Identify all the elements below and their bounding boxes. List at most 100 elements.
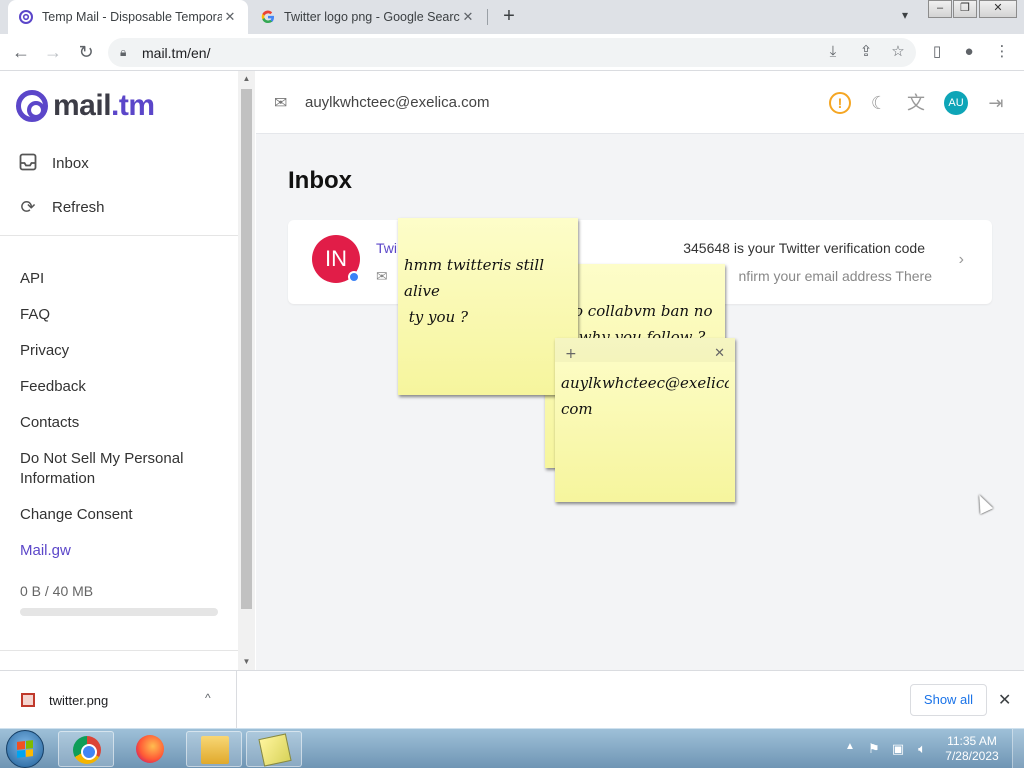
- restore-icon[interactable]: ❐: [953, 0, 977, 18]
- avatar[interactable]: AU: [944, 91, 968, 115]
- message-subject: 345648 is your Twitter verification code: [683, 240, 925, 256]
- account-header: ✉ auylkwhcteec@exelica.com ! ☾ 文 AU ⇥: [256, 71, 1024, 134]
- unread-dot: [348, 271, 360, 283]
- new-tab-icon[interactable]: +: [498, 6, 520, 28]
- sticky-note-header: + ✕: [555, 338, 735, 362]
- google-favicon-icon: [261, 10, 274, 24]
- start-button[interactable]: [6, 730, 44, 768]
- message-sender: Twi: [376, 240, 397, 256]
- tab-close-icon[interactable]: ✕: [222, 9, 238, 25]
- link-faq[interactable]: FAQ: [20, 305, 220, 325]
- tab-search-icon[interactable]: ▾: [895, 8, 915, 26]
- sticky-note-active[interactable]: + ✕ auylkwhcteec@exelica. com: [555, 338, 735, 502]
- side-panel-icon[interactable]: ▯: [926, 41, 948, 63]
- scroll-down-icon[interactable]: ▼: [238, 657, 255, 666]
- tab-close-icon[interactable]: ✕: [460, 9, 476, 25]
- link-privacy[interactable]: Privacy: [20, 341, 220, 361]
- tab-temp-mail[interactable]: Temp Mail - Disposable Tempora ✕: [8, 0, 248, 34]
- translate-icon[interactable]: 文: [903, 90, 929, 116]
- browser-tabstrip: Temp Mail - Disposable Tempora ✕ Twitter…: [0, 0, 1024, 34]
- url-text: mail.tm/en/: [142, 44, 211, 61]
- mailtm-favicon-icon: [19, 10, 33, 24]
- sidebar-item-refresh[interactable]: ⟳ Refresh: [18, 197, 105, 217]
- sidebar-divider: [0, 650, 238, 651]
- chevron-up-icon[interactable]: ^: [205, 691, 211, 705]
- clock-date: 7/28/2023: [945, 749, 999, 763]
- sidebar: mail.tm Inbox ⟳ Refresh API FAQ Privacy …: [0, 71, 238, 670]
- sticky-note[interactable]: hmm twitteris still alive ty you ?: [398, 218, 578, 395]
- folder-icon: [201, 736, 229, 764]
- menu-icon[interactable]: ⋮: [991, 41, 1013, 63]
- profile-icon[interactable]: ●: [958, 41, 980, 63]
- envelope-icon: ✉: [274, 95, 288, 112]
- link-api[interactable]: API: [20, 269, 220, 289]
- tab-separator: [487, 9, 488, 25]
- show-desktop-button[interactable]: [1012, 729, 1024, 768]
- link-mail-gw[interactable]: Mail.gw: [20, 541, 220, 561]
- tray-expand-icon[interactable]: ▲: [845, 741, 855, 752]
- envelope-icon: ✉: [376, 268, 388, 284]
- sidebar-scrollbar[interactable]: ▲ ▼: [238, 71, 255, 670]
- sidebar-divider: [0, 235, 238, 236]
- lock-icon: 🔒︎: [120, 45, 127, 59]
- sidebar-item-label: Refresh: [52, 198, 105, 216]
- link-do-not-sell[interactable]: Do Not Sell My Personal Information: [20, 449, 190, 489]
- sticky-notes-icon: [258, 733, 292, 767]
- download-bar: twitter.png ^ Show all ✕: [0, 670, 1024, 729]
- tab-title: Twitter logo png - Google Search: [284, 10, 460, 24]
- forward-icon[interactable]: →: [41, 41, 65, 65]
- reload-icon[interactable]: ↻: [74, 41, 98, 65]
- inbox-icon: [18, 153, 38, 173]
- link-feedback[interactable]: Feedback: [20, 377, 220, 397]
- link-change-consent[interactable]: Change Consent: [20, 505, 220, 525]
- download-icon[interactable]: ⤓: [822, 41, 844, 63]
- link-contacts[interactable]: Contacts: [20, 413, 220, 433]
- sidebar-item-label: Inbox: [52, 154, 89, 172]
- address-bar[interactable]: 🔒︎ mail.tm/en/: [108, 38, 916, 67]
- window-close-icon[interactable]: ✕: [979, 0, 1017, 18]
- download-item[interactable]: twitter.png ^: [0, 671, 237, 729]
- taskbar-chrome[interactable]: [58, 731, 114, 767]
- action-center-icon[interactable]: ⚑: [866, 741, 882, 757]
- refresh-icon: ⟳: [20, 197, 36, 217]
- taskbar-explorer[interactable]: [186, 731, 242, 767]
- mailtm-logo[interactable]: mail.tm: [16, 89, 155, 123]
- moon-icon[interactable]: ☾: [866, 90, 892, 116]
- chevron-right-icon: ›: [958, 251, 964, 268]
- taskbar-firefox[interactable]: [122, 731, 178, 767]
- page-title: Inbox: [288, 167, 352, 194]
- message-preview: nfirm your email address There: [738, 268, 932, 284]
- close-note-icon[interactable]: ✕: [714, 341, 725, 367]
- show-all-button[interactable]: Show all: [910, 684, 987, 716]
- tab-title: Temp Mail - Disposable Tempora: [42, 10, 222, 24]
- add-note-icon[interactable]: +: [565, 341, 577, 367]
- logout-icon[interactable]: ⇥: [983, 90, 1009, 116]
- scrollbar-thumb[interactable]: [241, 89, 252, 609]
- storage-usage-text: 0 B / 40 MB: [20, 583, 94, 599]
- clock[interactable]: 11:35 AM 7/28/2023: [940, 734, 1004, 764]
- storage-progress-bar: [20, 608, 218, 616]
- tab-google-search[interactable]: Twitter logo png - Google Search ✕: [250, 0, 486, 34]
- sidebar-item-inbox[interactable]: Inbox: [18, 153, 89, 173]
- brand-name: mail.tm: [53, 89, 155, 122]
- bookmark-star-icon[interactable]: ☆: [887, 41, 909, 63]
- network-icon[interactable]: ▣: [890, 741, 906, 757]
- minimize-icon[interactable]: –: [928, 0, 952, 18]
- image-file-icon: [21, 693, 35, 707]
- share-icon[interactable]: ⇪: [855, 41, 877, 63]
- warning-icon[interactable]: !: [829, 92, 851, 114]
- browser-toolbar: ← → ↻ 🔒︎ mail.tm/en/ ⤓ ⇪ ☆ ▯ ● ⋮: [0, 34, 1024, 71]
- firefox-icon: [136, 735, 164, 763]
- clock-time: 11:35 AM: [947, 734, 997, 748]
- taskbar-sticky-notes[interactable]: [246, 731, 302, 767]
- chrome-icon: [73, 736, 101, 764]
- sticky-note-text[interactable]: hmm twitteris still alive ty you ?: [404, 252, 572, 330]
- close-icon[interactable]: ✕: [998, 690, 1011, 710]
- at-sign-icon: [16, 90, 48, 122]
- taskbar: ▲ ⚑ ▣ 🔈︎ 11:35 AM 7/28/2023: [0, 728, 1024, 768]
- scroll-up-icon[interactable]: ▲: [238, 74, 255, 83]
- volume-icon[interactable]: 🔈︎: [914, 741, 930, 757]
- back-icon[interactable]: ←: [9, 41, 33, 65]
- account-email[interactable]: auylkwhcteec@exelica.com: [305, 94, 489, 111]
- sticky-note-text[interactable]: auylkwhcteec@exelica. com: [561, 370, 729, 422]
